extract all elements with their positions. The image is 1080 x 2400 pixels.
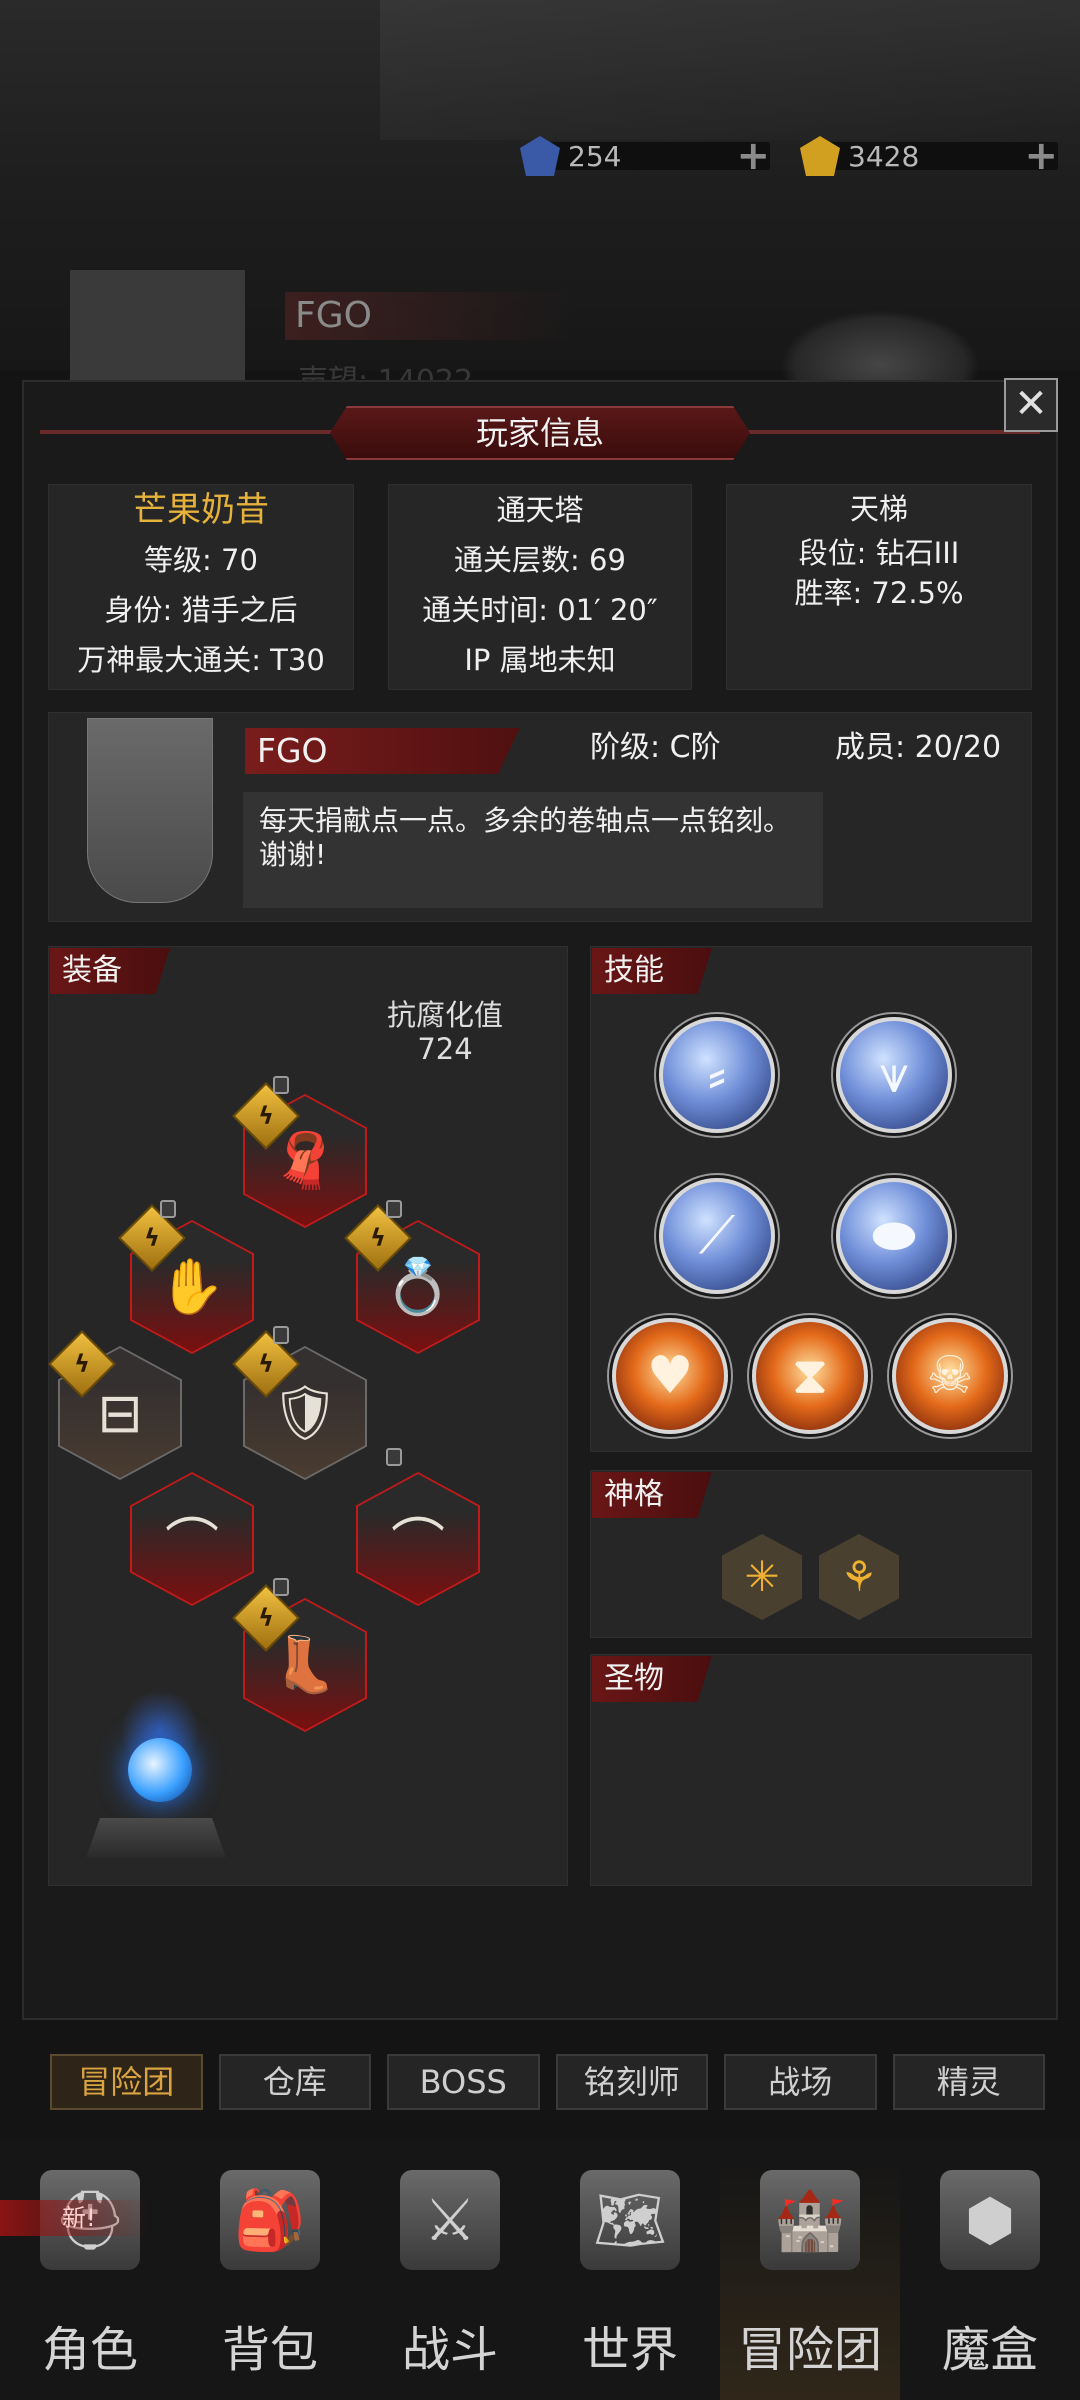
tower-card: 通天塔 通关层数: 69 通关时间: 01′ 20″ IP 属地未知 [388, 484, 692, 690]
relics-label: 圣物 [592, 1656, 712, 1702]
ladder-card: 天梯 段位: 钻石III 胜率: 72.5% [726, 484, 1032, 690]
nav-adventure-group[interactable]: 🏰 冒险团 [720, 2160, 900, 2400]
ladder-rank: 段位: 钻石III [798, 536, 960, 570]
skill-beam-strike-icon[interactable]: ⟋ [659, 1178, 775, 1294]
nav-label: 世界 [581, 2322, 678, 2378]
guild-members: 成员: 20/20 [835, 730, 1002, 765]
add-gems-button[interactable]: + [736, 136, 770, 176]
ladder-title: 天梯 [849, 492, 908, 526]
gold-counter: 3428 + [800, 136, 1058, 176]
nav-label: 角色 [41, 2322, 138, 2378]
sub-tab-bar: 冒险团 仓库 BOSS 铭刻师 战场 精灵 [50, 2054, 1045, 2114]
castle-icon: 🏰 [760, 2170, 860, 2270]
skill-claw-slash-icon[interactable]: ⸗ [659, 1017, 775, 1133]
nav-label: 冒险团 [737, 2322, 882, 2378]
lock-icon [273, 1076, 289, 1094]
skill-beast-form-icon[interactable]: ⬬ [836, 1178, 952, 1294]
guild-description: 每天捐献点一点。多余的卷轴点一点铭刻。谢谢! [243, 792, 823, 908]
cube-icon: ⬢ [940, 2170, 1040, 2270]
nav-battle[interactable]: ⚔ 战斗 [360, 2160, 540, 2400]
backpack-icon: 🎒 [220, 2170, 320, 2270]
gold-amount: 3428 [848, 139, 920, 173]
nav-magic-box[interactable]: ⬢ 魔盒 [900, 2160, 1080, 2400]
tab-spirit[interactable]: 精灵 [892, 2054, 1045, 2110]
lock-icon [273, 1326, 289, 1344]
tab-adventure-group[interactable]: 冒险团 [50, 2054, 203, 2110]
nav-backpack[interactable]: 🎒 背包 [180, 2160, 360, 2400]
player-level: 等级: 70 [144, 543, 258, 577]
map-scroll-icon: 🗺 [580, 2170, 680, 2270]
lock-icon [273, 1578, 289, 1596]
gem-amount: 254 [568, 139, 622, 173]
new-badge: 新! [0, 2200, 150, 2236]
spirit-orb-icon[interactable] [128, 1738, 192, 1802]
equipment-label: 装备 [50, 948, 170, 994]
skill-fang-bite-icon[interactable]: ⩛ [836, 1017, 952, 1133]
gem-counter: 254 + [520, 136, 770, 176]
nav-label: 魔盒 [941, 2322, 1038, 2378]
armor-icon: 🛡 [270, 1381, 340, 1444]
tower-title: 通天塔 [496, 493, 584, 527]
tab-battlefield[interactable]: 战场 [724, 2054, 877, 2110]
scarf-icon: 🧣 [271, 1129, 339, 1192]
boots-icon: 👢 [271, 1633, 339, 1696]
skills-label: 技能 [592, 948, 712, 994]
guild-tier: 阶级: C阶 [590, 730, 721, 765]
sword-shield-icon: ⚔ [400, 2170, 500, 2270]
close-icon[interactable]: ✕ [1004, 378, 1058, 432]
title-divider-right [740, 430, 1040, 434]
pedestal-icon [86, 1818, 226, 1858]
player-identity: 身份: 猎手之后 [104, 593, 298, 627]
corruption-resistance: 抗腐化值 724 [386, 998, 503, 1066]
title-divider-left [40, 430, 340, 434]
lock-icon [160, 1200, 176, 1218]
nav-label: 背包 [221, 2322, 318, 2378]
dialog-title: 玩家信息 [330, 406, 750, 460]
belt-icon: ⊟ [97, 1381, 143, 1445]
ladder-winrate: 胜率: 72.5% [794, 576, 964, 610]
player-card: 芒果奶昔 等级: 70 身份: 猎手之后 万神最大通关: T30 [48, 484, 354, 690]
lock-icon [386, 1200, 402, 1218]
ring-icon: 💍 [384, 1255, 452, 1318]
player-name: 芒果奶昔 [133, 490, 269, 530]
tower-floors: 通关层数: 69 [454, 543, 626, 577]
nav-character[interactable]: ⛑ 新! 角色 [0, 2160, 180, 2400]
nav-world[interactable]: 🗺 世界 [540, 2160, 720, 2400]
tab-engraver[interactable]: 铭刻师 [555, 2054, 708, 2110]
tab-warehouse[interactable]: 仓库 [218, 2054, 371, 2110]
divinity-label: 神格 [592, 1472, 712, 1518]
horn-icon: ⌒ [165, 1512, 219, 1576]
ip-location: IP 属地未知 [464, 643, 616, 677]
guild-name[interactable]: FGO [245, 728, 520, 774]
background-decoration [380, 0, 1080, 140]
guild-banner-icon [87, 718, 213, 903]
gauntlet-icon: ✋ [158, 1255, 226, 1318]
background-guild-name: FGO [285, 292, 575, 340]
skill-heart-hands-icon[interactable]: ♥ [612, 1318, 728, 1434]
horn-icon: ⌒ [391, 1512, 445, 1576]
player-pantheon: 万神最大通关: T30 [77, 643, 325, 677]
skill-hourglass-icon[interactable]: ⧗ [752, 1318, 868, 1434]
lock-icon [386, 1448, 402, 1466]
tab-boss[interactable]: BOSS [387, 2054, 540, 2110]
add-gold-button[interactable]: + [1024, 136, 1058, 176]
skill-skull-flame-icon[interactable]: ☠ [892, 1318, 1008, 1434]
nav-label: 战斗 [401, 2322, 498, 2378]
tower-time: 通关时间: 01′ 20″ [422, 593, 658, 627]
